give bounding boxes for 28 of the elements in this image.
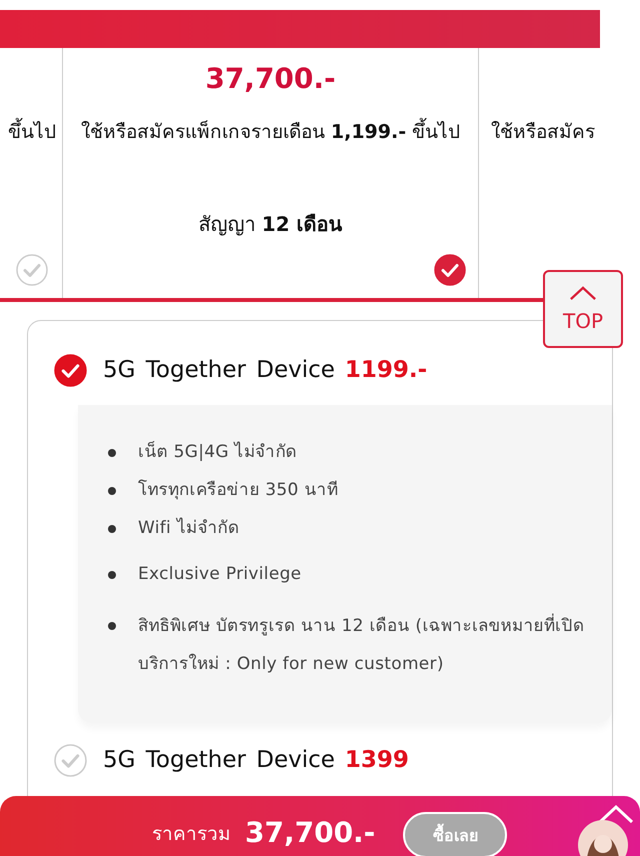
- package-name: 5G Together Device: [103, 747, 335, 773]
- feature-text: โทรทุกเครือข่าย 350 นาที: [138, 478, 338, 502]
- check-icon[interactable]: [434, 254, 466, 286]
- plan-card[interactable]: ขึ้นไป: [0, 48, 63, 298]
- bullet-icon: [108, 487, 116, 495]
- package-price: 1399: [344, 747, 409, 773]
- plan-condition: ใช้หรือสมัครแพ็กเกจรายเดือน 1,199.- ขึ้นไป: [80, 116, 460, 146]
- bullet-icon: [108, 571, 116, 579]
- chevron-up-icon[interactable]: [598, 804, 634, 824]
- plan-condition: ใช้หรือสมัคร: [491, 120, 595, 145]
- total-price: 37,700.-: [245, 816, 376, 848]
- feature-text: เน็ต 5G|4G ไม่จำกัด: [138, 440, 298, 464]
- total-label: ราคารวม: [152, 822, 231, 847]
- plan-contract: สัญญา 12 เดือน: [198, 211, 343, 238]
- bullet-icon: [108, 622, 116, 630]
- plan-price: 37,700.-: [205, 62, 336, 97]
- feature-text: Exclusive Privilege: [138, 563, 302, 586]
- package-name: 5G Together Device: [103, 357, 335, 383]
- plan-condition: ขึ้นไป: [8, 116, 62, 146]
- feature-text: สิทธิพิเศษ บัตรทรูเรด นาน 12 เดือน (เฉพาะเลขหมายที่เปิดบริการใหม่ : Only for new customer): [138, 607, 592, 683]
- feature-text: Wifi ไม่จำกัด: [138, 516, 240, 540]
- avatar-icon[interactable]: [578, 820, 628, 856]
- bullet-icon: [108, 525, 116, 533]
- chevron-up-icon: [569, 286, 597, 300]
- back-to-top-button[interactable]: TOP: [543, 270, 623, 348]
- check-icon[interactable]: [54, 354, 87, 386]
- package-price: 1199.-: [344, 357, 428, 383]
- bullet-icon: [108, 449, 116, 457]
